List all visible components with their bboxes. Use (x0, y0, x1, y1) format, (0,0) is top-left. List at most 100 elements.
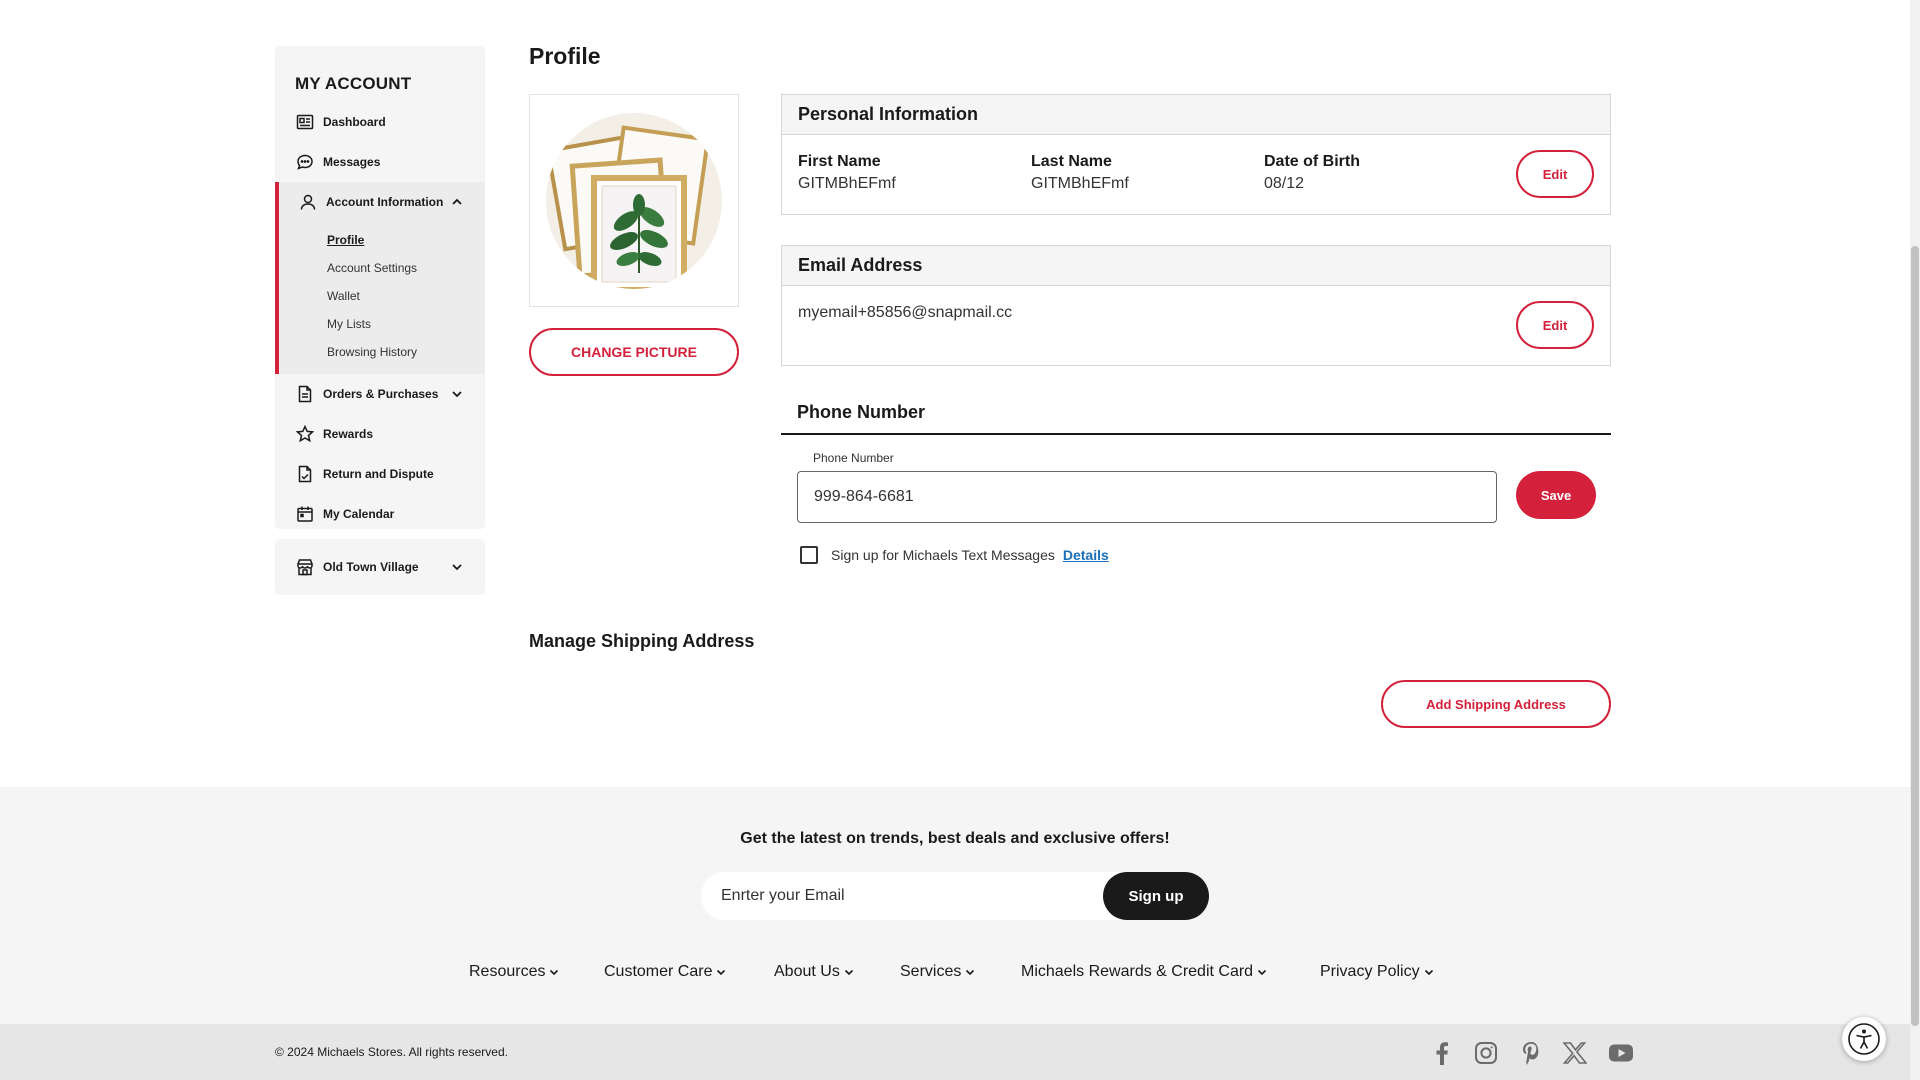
page-scrollbar[interactable] (1910, 0, 1920, 1080)
sms-signup-row: Sign up for Michaels Text Messages Detai… (800, 546, 1109, 564)
chevron-down-icon (548, 966, 560, 978)
footer: Get the latest on trends, best deals and… (0, 787, 1910, 1024)
receipt-icon (295, 384, 315, 404)
pinterest-icon[interactable] (1518, 1040, 1544, 1066)
personal-information-panel: Personal Information First Name GITMBhEF… (781, 94, 1611, 215)
sidebar-item-label: Messages (323, 155, 381, 169)
x-icon[interactable] (1562, 1040, 1588, 1066)
chevron-down-icon (449, 559, 465, 575)
footer-link-about-us[interactable]: About Us (774, 963, 855, 981)
store-selector-card: Old Town Village (275, 539, 485, 595)
change-picture-button[interactable]: CHANGE PICTURE (529, 328, 739, 376)
sidebar-item-orders-purchases[interactable]: Orders & Purchases (275, 374, 485, 414)
chevron-down-icon (843, 966, 855, 978)
edit-email-button[interactable]: Edit (1516, 301, 1594, 349)
accessibility-icon[interactable] (1842, 1017, 1886, 1061)
newsletter-signup-button[interactable]: Sign up (1103, 872, 1209, 920)
footer-link-label: Customer Care (604, 963, 713, 980)
chevron-down-icon (1423, 966, 1435, 978)
email-address-heading: Email Address (782, 246, 1610, 286)
profile-picture-frame (529, 94, 739, 307)
store-icon (295, 557, 315, 577)
date-of-birth-label: Date of Birth (1264, 153, 1360, 170)
chevron-down-icon (1256, 966, 1268, 978)
calendar-icon (295, 504, 315, 524)
footer-link-label: Resources (469, 963, 546, 980)
sidebar-item-return-dispute[interactable]: Return and Dispute (275, 454, 485, 494)
sidebar-item-messages[interactable]: Messages (275, 142, 485, 182)
dashboard-icon (295, 112, 315, 132)
footer-link-services[interactable]: Services (900, 963, 976, 981)
instagram-icon[interactable] (1473, 1040, 1499, 1066)
page-title: Profile (529, 43, 601, 69)
footer-link-label: Privacy Policy (1320, 963, 1420, 980)
phone-number-label: Phone Number (813, 451, 894, 465)
sidebar-item-label: Rewards (323, 427, 374, 441)
account-sidebar: MY ACCOUNT Dashboard Messages Account In… (275, 46, 485, 595)
sidebar-item-label: Return and Dispute (323, 467, 434, 481)
footer-link-label: Michaels Rewards & Credit Card (1021, 963, 1254, 980)
footer-link-customer-care[interactable]: Customer Care (604, 963, 727, 981)
account-information-group: Account Information Profile Account Sett… (275, 182, 485, 374)
save-phone-button[interactable]: Save (1516, 471, 1596, 519)
first-name-label: First Name (798, 153, 881, 170)
sidebar-title: MY ACCOUNT (295, 74, 412, 93)
sidebar-item-rewards[interactable]: Rewards (275, 414, 485, 454)
account-nav-card: MY ACCOUNT Dashboard Messages Account In… (275, 46, 485, 529)
footer-link-label: Services (900, 963, 962, 980)
profile-picture (546, 112, 722, 289)
user-icon (298, 192, 318, 212)
last-name-value: GITMBhEFmf (1031, 175, 1129, 192)
star-icon (295, 424, 315, 444)
last-name-field: Last Name GITMBhEFmf (1031, 153, 1129, 193)
footer-link-resources[interactable]: Resources (469, 963, 560, 981)
sidebar-item-dashboard[interactable]: Dashboard (275, 102, 485, 142)
sms-details-link[interactable]: Details (1063, 547, 1109, 563)
submenu-item-wallet[interactable]: Wallet (327, 282, 485, 310)
submenu-item-account-settings[interactable]: Account Settings (327, 254, 485, 282)
facebook-icon[interactable] (1429, 1040, 1455, 1066)
phone-number-input[interactable] (797, 471, 1497, 523)
footer-link-label: About Us (774, 963, 840, 980)
message-icon (295, 152, 315, 172)
store-name: Old Town Village (323, 560, 419, 574)
sidebar-item-label: My Calendar (323, 507, 395, 521)
footer-bottom-bar: © 2024 Michaels Stores. All rights reser… (0, 1024, 1910, 1080)
sidebar-item-label: Account Information (326, 195, 444, 209)
submenu-item-my-lists[interactable]: My Lists (327, 310, 485, 338)
last-name-label: Last Name (1031, 153, 1112, 170)
chevron-down-icon (715, 966, 727, 978)
first-name-value: GITMBhEFmf (798, 175, 896, 192)
sms-signup-label: Sign up for Michaels Text Messages (831, 547, 1055, 563)
sidebar-item-label: Dashboard (323, 115, 386, 129)
chevron-up-icon (449, 194, 465, 210)
phone-number-heading: Phone Number (781, 402, 1611, 435)
account-information-submenu: Profile Account Settings Wallet My Lists… (279, 222, 485, 374)
newsletter-email-input[interactable] (701, 872, 1101, 920)
first-name-field: First Name GITMBhEFmf (798, 153, 896, 193)
email-value: myemail+85856@snapmail.cc (798, 304, 1013, 321)
newsletter-promo-text: Get the latest on trends, best deals and… (740, 830, 1170, 847)
submenu-item-profile[interactable]: Profile (327, 226, 485, 254)
sidebar-item-my-calendar[interactable]: My Calendar (275, 494, 485, 534)
chevron-down-icon (449, 386, 465, 402)
date-of-birth-value: 08/12 (1264, 175, 1305, 192)
return-doc-icon (295, 464, 315, 484)
edit-personal-info-button[interactable]: Edit (1516, 150, 1594, 198)
copyright-text: © 2024 Michaels Stores. All rights reser… (275, 1045, 508, 1059)
scrollbar-thumb[interactable] (1911, 246, 1919, 1026)
chevron-down-icon (964, 966, 976, 978)
footer-link-privacy-policy[interactable]: Privacy Policy (1320, 963, 1435, 981)
submenu-item-browsing-history[interactable]: Browsing History (327, 338, 485, 366)
footer-link-rewards-credit-card[interactable]: Michaels Rewards & Credit Card (1021, 963, 1268, 981)
personal-information-heading: Personal Information (782, 95, 1610, 135)
date-of-birth-field: Date of Birth 08/12 (1264, 153, 1360, 193)
newsletter-signup-form: Sign up (701, 872, 1209, 920)
add-shipping-address-button[interactable]: Add Shipping Address (1381, 680, 1611, 728)
store-selector[interactable]: Old Town Village (275, 547, 485, 587)
youtube-icon[interactable] (1607, 1040, 1635, 1066)
shipping-address-heading: Manage Shipping Address (529, 631, 755, 651)
sms-signup-checkbox[interactable] (800, 546, 818, 564)
sidebar-item-label: Orders & Purchases (323, 387, 439, 401)
sidebar-item-account-information[interactable]: Account Information (279, 182, 485, 222)
